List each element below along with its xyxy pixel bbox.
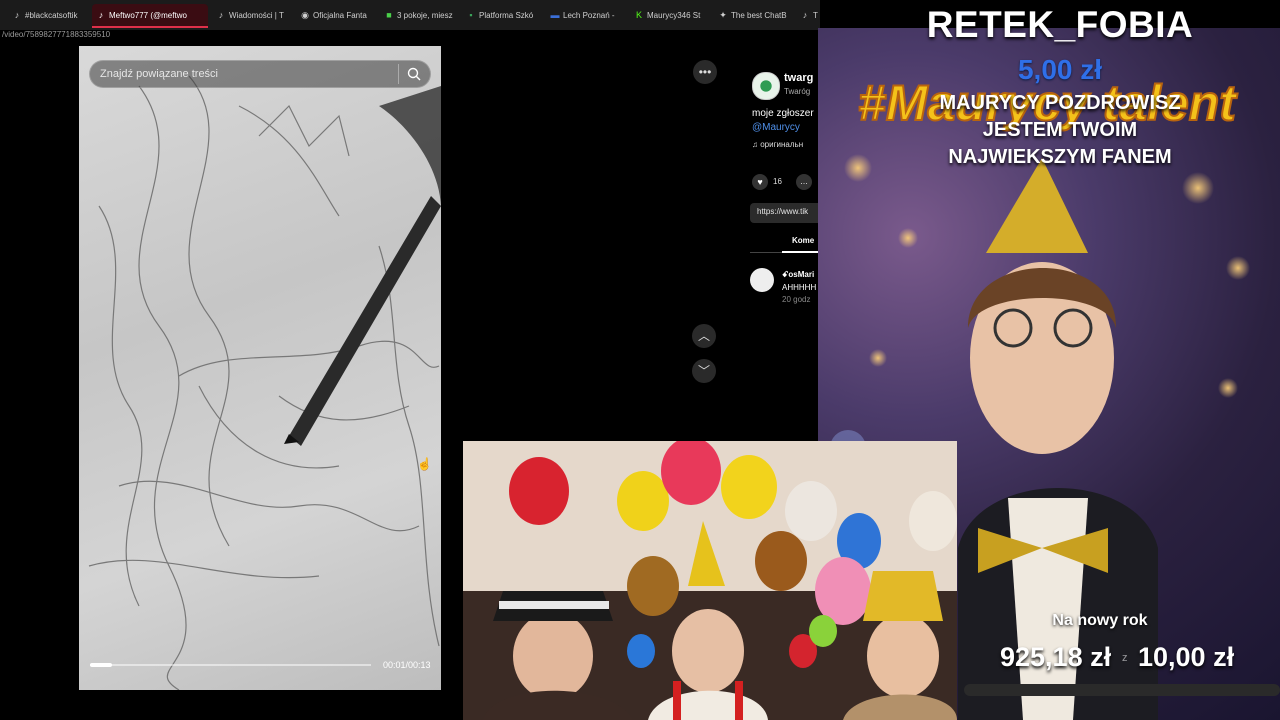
comment-avatar[interactable]: [750, 268, 774, 292]
tiktok-icon: ♪: [98, 10, 104, 20]
hand-cursor-icon: ☝: [417, 457, 432, 471]
browser-tab[interactable]: ✦ The best ChatB: [714, 4, 794, 26]
donation-message-line: NAJWIEKSZYM FANEM: [948, 146, 1172, 168]
donation-message-line: JESTEM TWOIM: [982, 119, 1138, 141]
comment-text: AHHHHH: [782, 283, 817, 292]
heart-icon[interactable]: ♥: [752, 174, 768, 190]
party-camera-feed: [463, 441, 957, 720]
goal-current: 925,18 zł: [1000, 642, 1112, 672]
goal-label: Na nowy rok: [1052, 612, 1148, 629]
next-video-button[interactable]: ﹀: [692, 359, 716, 383]
donation-message-line: MAURYCY POZDROWISZ: [939, 92, 1181, 114]
globe-icon: ◉: [301, 10, 309, 20]
tiktok-icon: ♪: [802, 10, 808, 20]
pencil-drawing-image: [88, 75, 441, 690]
tab-active-indicator: [782, 251, 820, 253]
comment-icon[interactable]: …: [796, 174, 812, 190]
author-avatar[interactable]: [752, 72, 780, 100]
video-description: moje zgłoszer: [752, 108, 814, 119]
olx-icon: ■: [386, 10, 392, 20]
tiktok-icon: ♪: [218, 10, 224, 20]
browser-tab[interactable]: ♪ T: [796, 4, 820, 26]
like-count: 16: [773, 177, 782, 186]
author-nickname: Twaróg: [784, 87, 811, 96]
progress-track[interactable]: [90, 664, 371, 666]
tiktok-icon: ♪: [14, 10, 20, 20]
browser-tab[interactable]: ♪ Wiadomości | T: [212, 4, 290, 26]
goal-separator: z: [1122, 652, 1128, 664]
video-link[interactable]: https://www.tik: [757, 207, 808, 216]
chevron-up-icon: ︿: [697, 329, 710, 343]
browser-tab[interactable]: ■ 3 pokoje, miesz: [380, 4, 460, 26]
chevron-down-icon: ﹀: [697, 364, 710, 378]
search-input[interactable]: Znajdź powiązane treści: [100, 68, 218, 80]
site-icon: ▬: [550, 10, 560, 20]
browser-tab[interactable]: K Maurycy346 St: [630, 4, 710, 26]
music-label[interactable]: ♫ оригинальн: [752, 140, 803, 149]
browser-tab[interactable]: ◉ Oficjalna Fanta: [296, 4, 376, 26]
browser-tab[interactable]: ▪ Platforma Szkó: [462, 4, 542, 26]
chatgpt-icon: ✦: [719, 10, 727, 20]
school-icon: ▪: [469, 10, 473, 20]
author-name[interactable]: twarg: [784, 72, 813, 84]
comment-username[interactable]: ꗃosMari: [782, 270, 814, 280]
video-time: 00:01/00:13: [383, 660, 431, 670]
mention-link[interactable]: @Maurycy: [752, 122, 800, 133]
video-player[interactable]: [79, 46, 441, 690]
search-icon[interactable]: [406, 66, 422, 82]
party-scene-image: [463, 441, 957, 720]
browser-tab[interactable]: ♪ #blackcatsoftik: [8, 4, 90, 26]
goal-progress-bar: [964, 684, 1280, 696]
music-note-icon: ♫: [752, 140, 761, 149]
comment-time: 20 godz: [782, 295, 811, 304]
goal-target: 10,00 zł: [1138, 642, 1235, 672]
browser-tab-active[interactable]: ♪ Meftwo777 (@meftwo: [92, 4, 208, 28]
browser-tab[interactable]: ▬ Lech Poznań -: [546, 4, 626, 26]
previous-video-button[interactable]: ︿: [692, 324, 716, 348]
ellipsis-icon: •••: [698, 65, 712, 79]
divider: [398, 64, 399, 84]
kick-icon: K: [635, 10, 642, 20]
more-options-button[interactable]: •••: [693, 60, 717, 84]
tab-bar: ♪ #blackcatsoftik ♪ Meftwo777 (@meftwo ♪ Wi…: [0, 0, 820, 30]
url-text: /video/7589827771883359510: [2, 30, 111, 39]
donation-amount: 5,00 zł: [1017, 54, 1103, 85]
progress-fill[interactable]: [90, 663, 112, 667]
donor-name: RETEK_FOBIA: [926, 4, 1194, 45]
tab-comments[interactable]: Kome: [792, 236, 814, 245]
